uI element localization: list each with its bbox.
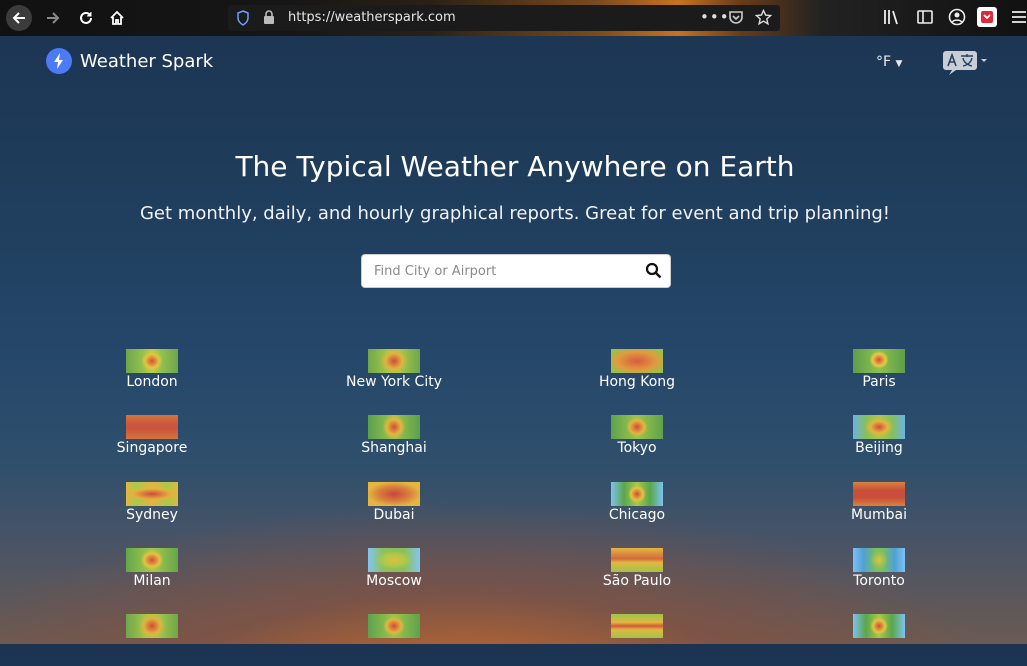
hero-subtitle: Get monthly, daily, and hourly graphical… [139,203,890,224]
city-link-paris[interactable]: Paris [779,349,979,401]
city-link-sao-paulo[interactable]: São Paulo [537,548,737,600]
arrow-left-icon [12,12,25,24]
climate-thumbnail[interactable] [611,482,663,506]
city-name[interactable]: Paris [779,374,979,390]
city-name[interactable]: London [52,374,252,390]
city-link-shanghai[interactable]: Shanghai [294,415,494,467]
climate-thumbnail[interactable] [853,614,905,638]
city-link-singapore[interactable]: Singapore [52,415,252,467]
city-name[interactable]: New York City [294,374,494,390]
city-name[interactable]: Singapore [52,440,252,456]
city-name[interactable]: Milan [52,573,252,589]
city-link-partial[interactable] [779,614,979,666]
climate-thumbnail[interactable] [126,548,178,572]
bookmark-star-icon[interactable] [754,8,773,30]
url-text[interactable]: https://weatherspark.com [288,10,456,25]
climate-thumbnail[interactable] [368,349,420,373]
climate-thumbnail[interactable] [368,415,420,439]
browser-toolbar: https://weatherspark.com ••• [0,0,1027,36]
climate-thumbnail[interactable] [853,349,905,373]
city-link-sydney[interactable]: Sydney [52,482,252,534]
city-link-tokyo[interactable]: Tokyo [537,415,737,467]
city-name[interactable]: Toronto [779,573,979,589]
home-button[interactable] [104,5,130,31]
city-link-toronto[interactable]: Toronto [779,548,979,600]
address-bar[interactable]: https://weatherspark.com ••• [228,5,780,31]
page-actions-icon[interactable]: ••• [700,8,730,26]
city-name[interactable]: Dubai [294,507,494,523]
hamburger-menu-icon[interactable] [1012,8,1026,30]
climate-thumbnail[interactable] [126,415,178,439]
climate-thumbnail[interactable] [368,614,420,638]
search-box [361,254,671,288]
temperature-unit-dropdown[interactable]: °F ▼ [876,54,902,70]
unit-label: °F [876,54,892,70]
city-name[interactable]: Shanghai [294,440,494,456]
caret-down-icon: ▼ [895,59,903,69]
search-icon[interactable] [645,262,662,283]
extension-icon[interactable] [976,6,998,32]
city-name[interactable]: Hong Kong [537,374,737,390]
hero-title: The Typical Weather Anywhere on Earth [235,150,795,183]
city-link-new-york-city[interactable]: New York City [294,349,494,401]
city-link-dubai[interactable]: Dubai [294,482,494,534]
city-name[interactable]: Moscow [294,573,494,589]
climate-thumbnail[interactable] [126,482,178,506]
city-link-london[interactable]: London [52,349,252,401]
city-name[interactable]: Chicago [537,507,737,523]
climate-thumbnail[interactable] [611,614,663,638]
city-link-beijing[interactable]: Beijing [779,415,979,467]
search-input[interactable] [362,255,644,287]
city-name[interactable]: São Paulo [537,573,737,589]
back-button[interactable] [6,5,32,31]
arrow-right-icon [47,12,60,24]
language-dropdown[interactable] [942,50,988,80]
sidebar-icon[interactable] [916,8,934,30]
city-link-moscow[interactable]: Moscow [294,548,494,600]
climate-thumbnail[interactable] [126,349,178,373]
home-icon [110,10,124,25]
climate-thumbnail[interactable] [853,548,905,572]
site-name-link[interactable]: Weather Spark [80,51,213,72]
city-link-mumbai[interactable]: Mumbai [779,482,979,534]
climate-thumbnail[interactable] [853,415,905,439]
translate-icon [943,51,987,75]
climate-thumbnail[interactable] [611,548,663,572]
forward-button[interactable] [40,5,66,31]
city-link-chicago[interactable]: Chicago [537,482,737,534]
reload-button[interactable] [73,5,99,31]
reload-icon [80,11,92,24]
city-link-partial[interactable] [52,614,252,666]
city-link-partial[interactable] [294,614,494,666]
city-link-milan[interactable]: Milan [52,548,252,600]
climate-thumbnail[interactable] [853,482,905,506]
library-icon[interactable] [883,8,901,30]
city-link-hong-kong[interactable]: Hong Kong [537,349,737,401]
city-name[interactable]: Tokyo [537,440,737,456]
city-name[interactable]: Mumbai [779,507,979,523]
account-icon[interactable] [948,8,966,30]
climate-thumbnail[interactable] [611,349,663,373]
city-name[interactable]: Beijing [779,440,979,456]
climate-thumbnail[interactable] [368,548,420,572]
climate-thumbnail[interactable] [126,614,178,638]
lightning-logo-icon[interactable] [46,48,72,74]
climate-thumbnail[interactable] [368,482,420,506]
shield-icon[interactable] [236,10,250,30]
city-link-partial[interactable] [537,614,737,666]
lock-icon[interactable] [263,10,275,29]
climate-thumbnail[interactable] [611,415,663,439]
pocket-icon[interactable] [728,10,744,29]
city-name[interactable]: Sydney [52,507,252,523]
